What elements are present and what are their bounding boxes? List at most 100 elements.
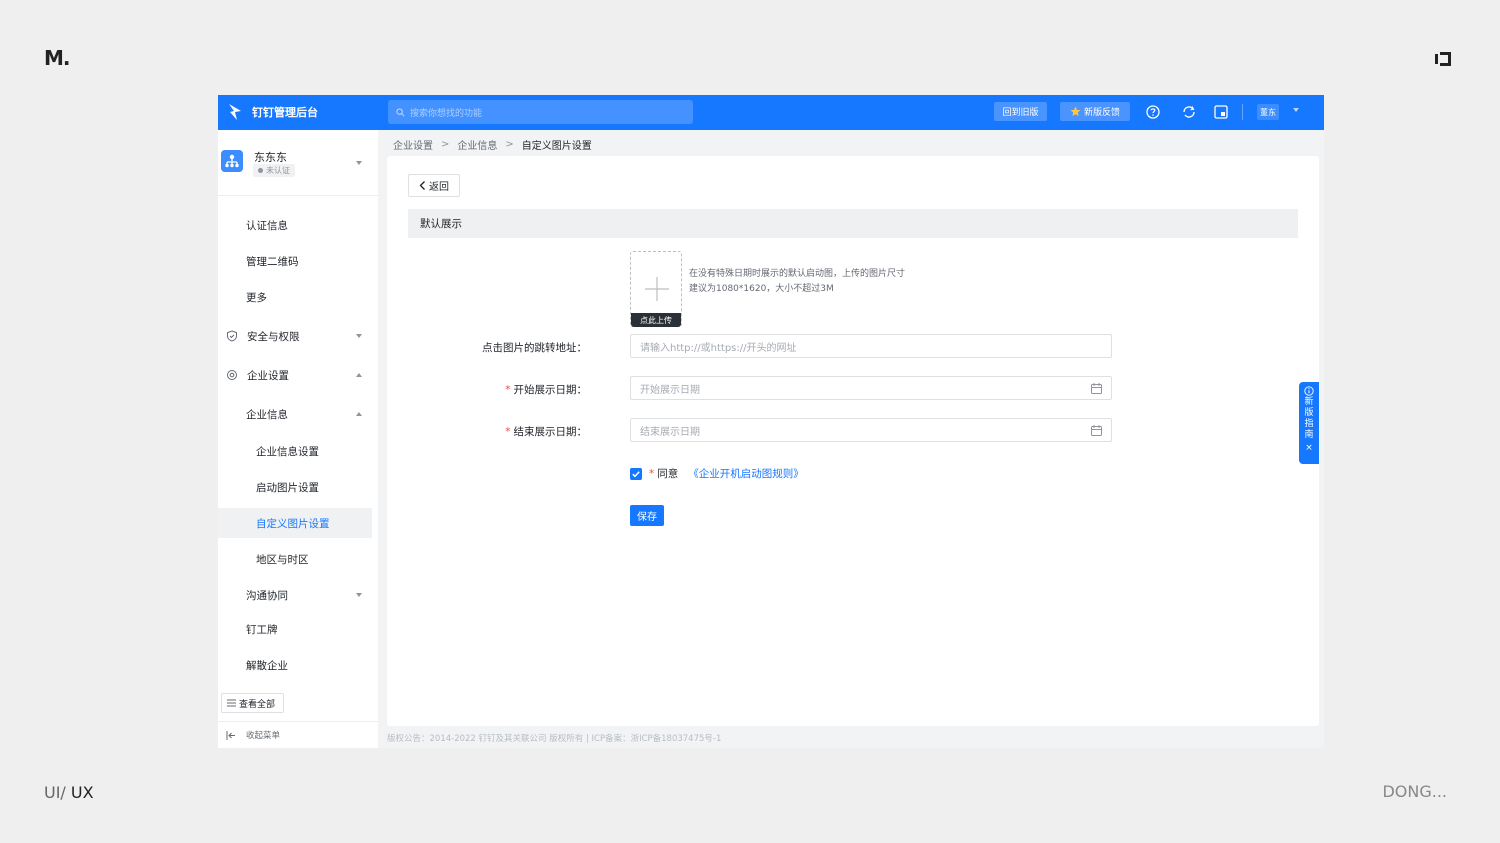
start-date-picker[interactable]: 开始展示日期 xyxy=(630,376,1112,400)
feedback-button-label: 新版反馈 xyxy=(1083,108,1120,118)
agreement-checkbox[interactable] xyxy=(630,467,642,480)
guide-char: 版 xyxy=(1304,408,1314,418)
info-icon xyxy=(1304,386,1314,396)
new-version-guide-tab[interactable]: 新 版 指 南 × xyxy=(1299,382,1319,464)
sidebar-item-dissolve[interactable]: 解散企业 xyxy=(218,650,372,680)
sidebar-item-label: 企业信息设置 xyxy=(256,445,319,458)
section-title: 默认展示 xyxy=(408,209,1298,238)
required-mark: * xyxy=(505,426,511,438)
agreement-row: * 同意 《企业开机启动图规则》 xyxy=(630,466,804,481)
app-title: 钉钉管理后台 xyxy=(252,106,318,119)
end-date-placeholder: 结束展示日期 xyxy=(640,426,700,438)
sidebar-item-label: 地区与时区 xyxy=(256,553,309,566)
sidebar-item-startup-image-settings[interactable]: 启动图片设置 xyxy=(218,472,372,502)
breadcrumb-separator-icon: > xyxy=(505,139,514,150)
collapse-menu-label: 收起菜单 xyxy=(246,731,281,741)
sidebar-item-more[interactable]: 更多 xyxy=(218,282,372,312)
upload-hint: 在没有特殊日期时展示的默认启动图，上传的图片尺寸建议为1080*1620，大小不… xyxy=(689,269,906,294)
sidebar-item-label: 自定义图片设置 xyxy=(256,517,330,530)
sidebar-item-label: 钉工牌 xyxy=(246,623,278,636)
link-field-label: 点击图片的跳转地址： xyxy=(482,342,587,354)
link-url-placeholder: 请输入http://或https://开头的网址 xyxy=(640,342,797,354)
sidebar-item-qr-code[interactable]: 管理二维码 xyxy=(218,246,372,276)
end-date-picker[interactable]: 结束展示日期 xyxy=(630,418,1112,442)
back-button-label: 返回 xyxy=(429,182,449,193)
sidebar-item-enterprise-info[interactable]: 企业信息 xyxy=(218,399,372,429)
link-url-input[interactable]: 请输入http://或https://开头的网址 xyxy=(630,334,1112,358)
close-icon[interactable]: × xyxy=(1305,443,1313,454)
collapse-menu-button[interactable]: 收起菜单 xyxy=(218,721,378,748)
list-icon xyxy=(227,699,236,707)
collapse-icon xyxy=(226,730,235,740)
user-menu-chevron-down-icon[interactable] xyxy=(1293,108,1299,112)
feedback-button[interactable]: 新版反馈 xyxy=(1060,102,1130,121)
org-switcher[interactable]: 东东东 未认证 xyxy=(218,130,378,196)
save-button[interactable]: 保存 xyxy=(630,505,664,526)
view-all-label: 查看全部 xyxy=(239,699,276,710)
sidebar-item-region-timezone[interactable]: 地区与时区 xyxy=(218,544,372,574)
topbar-divider xyxy=(1242,104,1243,120)
required-mark: * xyxy=(649,467,655,480)
calendar-icon xyxy=(1091,425,1102,436)
sidebar-item-label: 管理二维码 xyxy=(246,255,299,268)
breadcrumb-item-enterprise-settings[interactable]: 企业设置 xyxy=(393,137,433,152)
org-status-badge: 未认证 xyxy=(253,164,295,177)
sidebar-item-enterprise-info-settings[interactable]: 企业信息设置 xyxy=(218,436,372,466)
user-avatar[interactable]: 董东 xyxy=(1257,104,1279,120)
sidebar-item-security[interactable]: 安全与权限 xyxy=(218,321,372,351)
sidebar-item-label: 解散企业 xyxy=(246,659,288,672)
image-upload-box[interactable]: 点此上传 xyxy=(630,251,682,327)
sidebar-item-label: 沟通协同 xyxy=(246,589,288,602)
start-date-placeholder: 开始展示日期 xyxy=(640,384,700,396)
view-all-button[interactable]: 查看全部 xyxy=(221,693,284,713)
sidebar-item-label: 企业信息 xyxy=(246,408,288,421)
search-input[interactable]: 搜索你想找的功能 xyxy=(388,100,693,124)
back-button[interactable]: 返回 xyxy=(408,174,460,197)
agreement-text: 同意 xyxy=(657,468,679,480)
dingtalk-logo-icon xyxy=(229,104,241,120)
plus-icon xyxy=(645,277,669,301)
star-icon xyxy=(1070,106,1081,117)
sidebar-item-label: 启动图片设置 xyxy=(256,481,319,494)
sidebar-item-label: 认证信息 xyxy=(246,219,288,232)
chevron-up-icon xyxy=(356,412,362,416)
search-placeholder: 搜索你想找的功能 xyxy=(410,108,483,119)
brand-logo: M. xyxy=(44,46,70,70)
sidebar: 东东东 未认证 认证信息 管理二维码 更多 安全与权限 企业设置 企业信息 企业… xyxy=(218,130,378,748)
required-mark: * xyxy=(505,384,511,396)
guide-char: 南 xyxy=(1304,430,1314,440)
fullscreen-icon[interactable] xyxy=(1213,104,1229,120)
frame-corner-icon xyxy=(1435,52,1451,66)
old-version-button[interactable]: 回到旧版 xyxy=(994,102,1047,121)
breadcrumb-separator-icon: > xyxy=(441,139,450,150)
org-name: 东东东 xyxy=(254,151,287,164)
settings-icon xyxy=(227,370,237,380)
chevron-up-icon xyxy=(356,373,362,377)
breadcrumb-current: 自定义图片设置 xyxy=(521,141,592,152)
agreement-rules-link[interactable]: 《企业开机启动图规则》 xyxy=(688,466,804,481)
sidebar-item-label: 企业设置 xyxy=(247,369,289,382)
sidebar-item-label: 更多 xyxy=(246,291,267,304)
copyright-notice: 版权公告：2014-2022 钉钉及其关联公司 版权所有 | ICP备案：浙IC… xyxy=(387,734,722,744)
top-bar: 钉钉管理后台 搜索你想找的功能 回到旧版 新版反馈 董东 xyxy=(218,95,1324,130)
help-icon[interactable] xyxy=(1145,104,1161,120)
sidebar-item-cert-info[interactable]: 认证信息 xyxy=(218,210,372,240)
sidebar-item-label: 安全与权限 xyxy=(247,330,300,343)
footer-right-caption: DONG... xyxy=(1382,782,1447,801)
org-avatar-icon xyxy=(221,150,243,172)
sidebar-item-communication[interactable]: 沟通协同 xyxy=(218,580,372,610)
breadcrumb-item-enterprise-info[interactable]: 企业信息 xyxy=(457,137,497,152)
footer-left-caption: UI/ UX xyxy=(44,783,94,802)
app-logo[interactable]: 钉钉管理后台 xyxy=(228,103,318,121)
shield-icon xyxy=(227,330,237,342)
search-icon xyxy=(396,107,405,116)
chevron-down-icon xyxy=(356,334,362,338)
sidebar-item-badge[interactable]: 钉工牌 xyxy=(218,614,372,644)
sidebar-item-custom-image-settings[interactable]: 自定义图片设置 xyxy=(218,508,372,538)
refresh-icon[interactable] xyxy=(1181,104,1197,120)
start-date-label: * 开始展示日期： xyxy=(505,384,587,396)
sidebar-item-enterprise-settings[interactable]: 企业设置 xyxy=(218,360,372,390)
breadcrumb: 企业设置 > 企业信息 > 自定义图片设置 xyxy=(393,137,592,152)
chevron-left-icon xyxy=(419,181,425,190)
end-date-label: * 结束展示日期： xyxy=(505,426,587,438)
